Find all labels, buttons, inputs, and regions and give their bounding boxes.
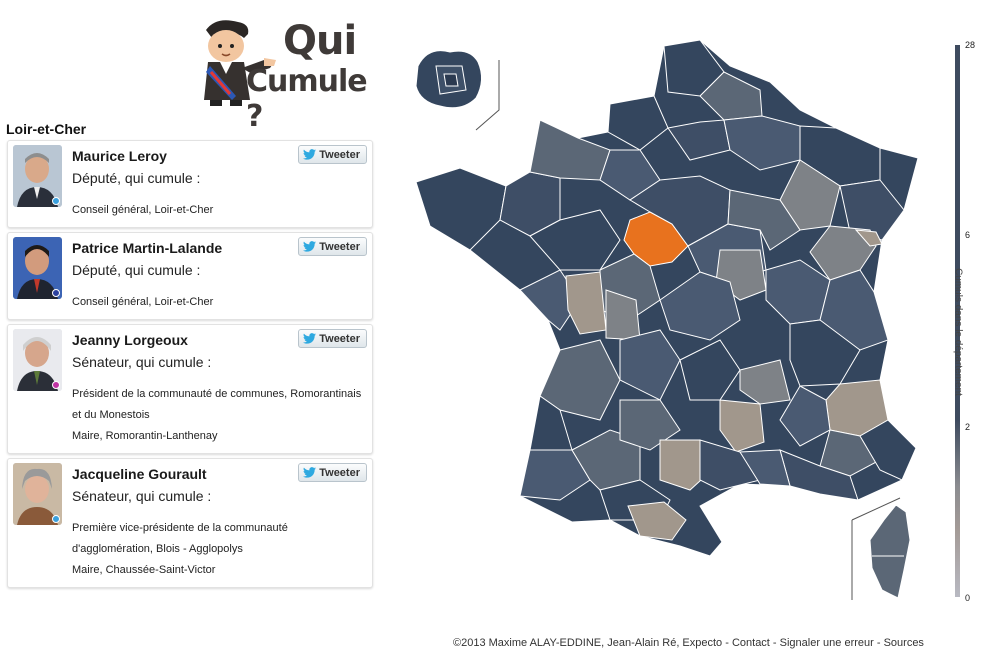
official-role: Sénateur, qui cumule : (72, 488, 212, 504)
department-title: Loir-et-Cher (6, 121, 87, 137)
official-card: Patrice Martin-Lalande Député, qui cumul… (7, 232, 373, 320)
footer-credits[interactable]: ©2013 Maxime ALAY-EDDINE, Jean-Alain Ré,… (453, 637, 924, 649)
avatar (13, 463, 62, 525)
mandate-item: Première vice-présidente de la communaut… (72, 522, 288, 555)
twitter-bird-icon (303, 149, 317, 160)
logo-text-qui: Qui (283, 18, 357, 64)
legend-tick: 2 (965, 422, 971, 432)
official-card: Jacqueline Gourault Sénateur, qui cumule… (7, 458, 373, 588)
mandate-list: Première vice-présidente de la communaut… (72, 518, 364, 581)
status-dot (52, 197, 60, 205)
mandate-item: Maire, Romorantin-Lanthenay (72, 430, 218, 442)
mandate-item: Maire, Chaussée-Saint-Victor (72, 564, 216, 576)
avatar (13, 237, 62, 299)
corsica-inset-map[interactable] (851, 497, 911, 600)
tweet-button-label: Tweeter (319, 240, 360, 253)
tweet-button[interactable]: Tweeter (298, 463, 367, 482)
status-dot (52, 289, 60, 297)
avatar (13, 145, 62, 207)
tweet-button-label: Tweeter (319, 466, 360, 479)
official-card: Jeanny Lorgeoux Sénateur, qui cumule : P… (7, 324, 373, 454)
mandate-item: Président de la communauté de communes, … (72, 388, 362, 421)
twitter-bird-icon (303, 241, 317, 252)
official-role: Sénateur, qui cumule : (72, 354, 212, 370)
tweet-button-label: Tweeter (319, 332, 360, 345)
mainland-departments[interactable] (415, 39, 919, 557)
logo-text-cumule: Cumule ? (246, 64, 368, 134)
official-card: Maurice Leroy Député, qui cumule : Conse… (7, 140, 373, 228)
mandate-list: Président de la communauté de communes, … (72, 384, 364, 447)
mandate-list: Conseil général, Loir-et-Cher (72, 292, 364, 313)
elected-officials-list: Maurice Leroy Député, qui cumule : Conse… (7, 140, 373, 592)
legend-tick-max: 28 (965, 40, 976, 50)
mandate-list: Conseil général, Loir-et-Cher (72, 200, 364, 221)
tweet-button[interactable]: Tweeter (298, 237, 367, 256)
official-role: Député, qui cumule : (72, 262, 201, 278)
status-dot (52, 381, 60, 389)
legend-tick: 6 (965, 230, 971, 240)
mandate-item: Conseil général, Loir-et-Cher (72, 204, 214, 216)
avatar (13, 329, 62, 391)
status-dot (52, 515, 60, 523)
twitter-bird-icon (303, 467, 317, 478)
tweet-button-label: Tweeter (319, 148, 360, 161)
official-role: Député, qui cumule : (72, 170, 201, 186)
legend-axis-label: Cumuls dans le département (952, 268, 964, 396)
legend-tick-min: 0 (965, 593, 971, 603)
france-department-map[interactable] (405, 32, 935, 607)
twitter-bird-icon (303, 333, 317, 344)
tweet-button[interactable]: Tweeter (298, 145, 367, 164)
logo[interactable]: Qui Cumule ? (190, 14, 390, 134)
mandate-item: Conseil général, Loir-et-Cher (72, 296, 214, 308)
paris-inset-map[interactable] (415, 50, 500, 131)
tweet-button[interactable]: Tweeter (298, 329, 367, 348)
page: Qui Cumule ? Loir-et-Cher Maurice Leroy … (0, 0, 981, 653)
